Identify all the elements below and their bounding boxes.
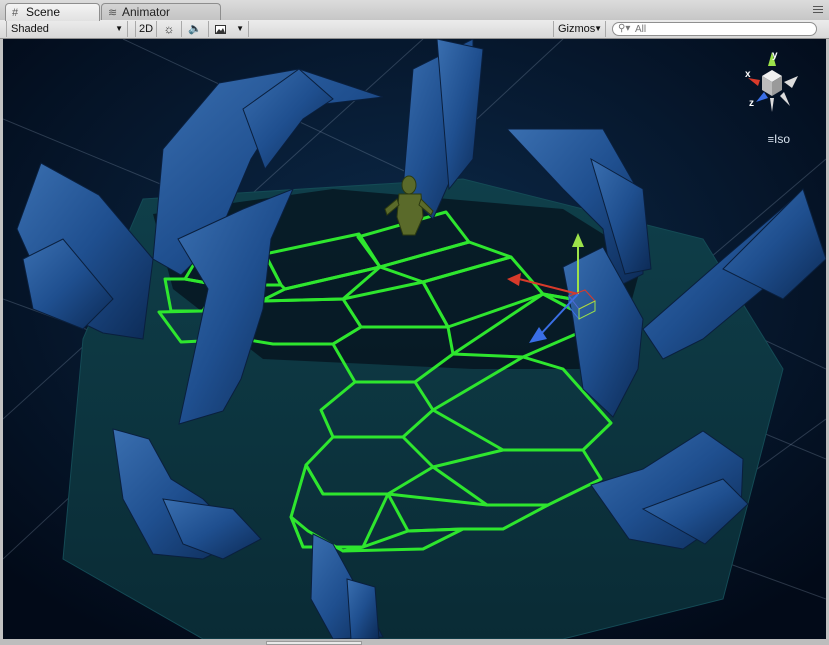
speaker-icon: 🔈 [188,23,202,35]
tab-scene[interactable]: # Scene [5,3,100,21]
2d-toggle-button[interactable]: 2D [135,21,157,37]
tab-bar: # Scene ≋ Animator [0,0,829,21]
projection-label: Iso [773,132,790,146]
lighting-toggle-button[interactable]: ☼ [157,21,182,37]
gizmos-dropdown[interactable]: Gizmos ▼ [553,21,606,37]
sun-icon: ☼ [163,22,175,36]
effects-dropdown[interactable]: ▼ [209,21,249,37]
scene-render [3,39,826,639]
resize-handle[interactable] [266,641,362,645]
panel-menu-icon[interactable] [813,6,823,14]
tab-scene-label: Scene [26,5,61,19]
scene-viewport[interactable]: x y z ≡Iso [3,39,826,639]
tab-animator-label: Animator [122,5,171,19]
hierarchy-search-field[interactable]: ⚲▾ [612,22,817,36]
draw-mode-label: Shaded [11,23,49,35]
draw-mode-dropdown[interactable]: Shaded ▼ [6,21,128,37]
audio-toggle-button[interactable]: 🔈 [182,21,209,37]
dropdown-arrow-icon: ▼ [236,24,244,33]
dropdown-arrow-icon: ▼ [115,24,123,33]
search-icon: ⚲▾ [618,23,631,34]
gizmo-axis-z-label: z [749,98,754,109]
image-icon [215,25,226,34]
search-input[interactable] [635,23,805,35]
gizmo-axis-y-label: y [772,50,778,61]
projection-toggle[interactable]: ≡Iso [768,132,790,146]
gizmos-label: Gizmos [558,23,596,35]
grid-icon: # [12,7,19,19]
gizmo-axis-x-label: x [745,69,751,80]
dropdown-arrow-icon: ▼ [594,24,602,33]
tab-animator[interactable]: ≋ Animator [101,3,221,20]
bottom-strip [0,639,829,645]
